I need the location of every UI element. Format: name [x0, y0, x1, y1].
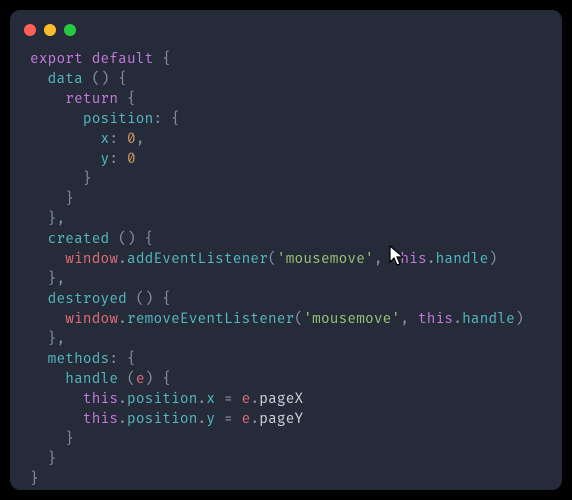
string-mousemove: 'mousemove': [303, 311, 400, 328]
number-literal: 0: [127, 131, 136, 148]
fn-add-event-listener: addEventListener: [127, 251, 268, 268]
prop-pagey: pageY: [259, 411, 303, 428]
fn-remove-event-listener: removeEventListener: [127, 311, 295, 328]
keyword-default: default: [92, 51, 154, 68]
window-minimize-button[interactable]: [44, 24, 56, 36]
method-destroyed: destroyed: [48, 291, 127, 308]
method-created: created: [48, 231, 110, 248]
code-block: export default { data () { return { posi…: [30, 50, 546, 490]
window-close-button[interactable]: [24, 24, 36, 36]
param-e: e: [136, 371, 145, 388]
prop-pagex: pageX: [259, 391, 303, 408]
window-traffic-lights: [24, 24, 76, 36]
ident-window: window: [65, 311, 118, 328]
keyword-return: return: [65, 91, 118, 108]
prop-methods: methods: [48, 351, 110, 368]
code-editor-window: export default { data () { return { posi…: [10, 10, 562, 490]
window-maximize-button[interactable]: [64, 24, 76, 36]
number-literal: 0: [127, 151, 136, 168]
prop-position: position: [83, 111, 154, 128]
string-mousemove: 'mousemove': [277, 251, 374, 268]
keyword-export: export: [30, 51, 83, 68]
ident-window: window: [65, 251, 118, 268]
method-handle: handle: [65, 371, 118, 388]
method-data: data: [48, 71, 83, 88]
